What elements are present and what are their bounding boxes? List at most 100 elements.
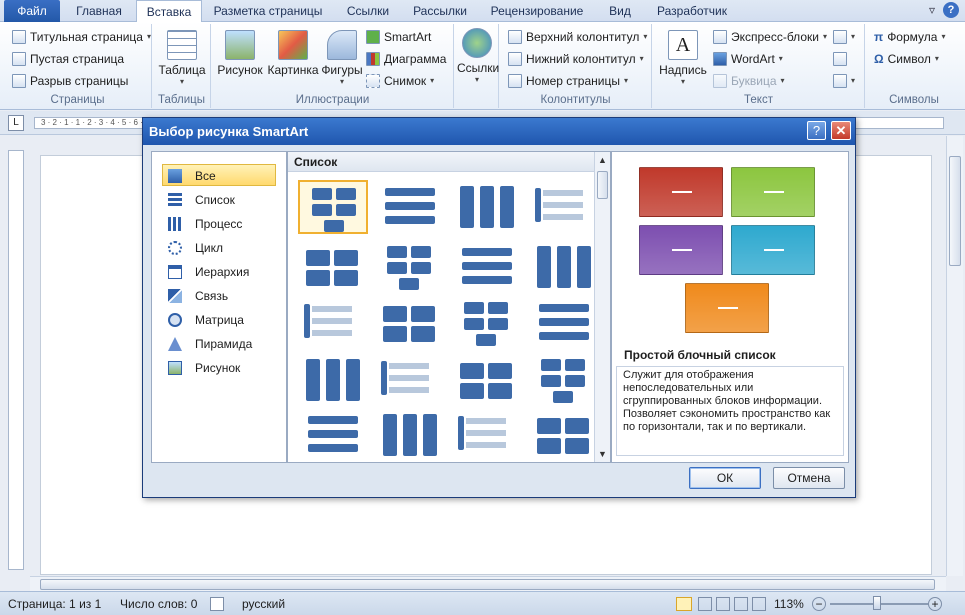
thumbnail-shape: [537, 418, 561, 434]
proofing-icon[interactable]: [210, 597, 224, 611]
print-layout-view-icon[interactable]: [676, 597, 692, 611]
footer-button[interactable]: Нижний колонтитул ▾: [508, 49, 644, 69]
web-layout-view-icon[interactable]: [716, 597, 730, 611]
thumbnail-shape: [460, 186, 474, 228]
category-cycle[interactable]: Цикл: [162, 236, 276, 258]
layout-thumbnail[interactable]: [529, 408, 599, 462]
tab-stop-selector[interactable]: L: [8, 115, 24, 131]
vertical-scrollbar[interactable]: [946, 136, 963, 576]
ok-button[interactable]: ОК: [689, 467, 761, 489]
draft-view-icon[interactable]: [752, 597, 766, 611]
category-pyramid[interactable]: Пирамида: [162, 332, 276, 354]
layout-thumbnail[interactable]: [452, 353, 522, 407]
zoom-out-icon[interactable]: −: [812, 597, 826, 611]
layout-thumbnail[interactable]: [298, 408, 368, 462]
signature-line-button[interactable]: ▾: [833, 27, 855, 47]
globe-link-icon: [462, 28, 492, 58]
object-button[interactable]: ▾: [833, 71, 855, 91]
category-list-type[interactable]: Список: [162, 188, 276, 210]
category-process[interactable]: Процесс: [162, 212, 276, 234]
layout-thumbnail[interactable]: [452, 408, 522, 462]
picture-button[interactable]: Рисунок: [216, 30, 264, 77]
cover-page-button[interactable]: Титульная страница ▾: [12, 27, 151, 47]
dialog-close-button[interactable]: ✕: [831, 121, 851, 140]
links-button[interactable]: Ссылки ▾: [457, 28, 500, 84]
layout-thumbnail[interactable]: [375, 240, 445, 294]
thumbnail-shape: [336, 188, 356, 200]
zoom-slider-thumb[interactable]: [873, 596, 881, 610]
layout-thumbnail[interactable]: [452, 240, 522, 294]
layout-thumbnail[interactable]: [375, 408, 445, 462]
word-count[interactable]: Число слов: 0: [120, 597, 197, 611]
clipart-button[interactable]: Картинка: [266, 30, 320, 77]
layout-thumbnail[interactable]: [529, 180, 599, 234]
page-break-button[interactable]: Разрыв страницы: [12, 71, 128, 91]
page-number-button[interactable]: Номер страницы ▾: [508, 71, 628, 91]
symbol-button[interactable]: Ω Символ ▾: [874, 49, 939, 69]
category-hierarchy[interactable]: Иерархия: [162, 260, 276, 282]
outline-view-icon[interactable]: [734, 597, 748, 611]
shapes-button[interactable]: Фигуры ▾: [320, 30, 364, 86]
layout-thumbnail[interactable]: [298, 180, 368, 234]
page-count[interactable]: Страница: 1 из 1: [8, 597, 101, 611]
tab-review[interactable]: Рецензирование: [480, 0, 594, 22]
layout-thumbnail[interactable]: [529, 353, 599, 407]
thumbnail-shape: [539, 304, 589, 312]
ribbon: Титульная страница ▾ Пустая страница Разр…: [0, 22, 965, 110]
textbox-button[interactable]: A Надпись ▾: [657, 30, 709, 86]
table-button[interactable]: Таблица ▾: [157, 30, 207, 86]
tab-home[interactable]: Главная: [62, 0, 136, 22]
layout-thumbnail[interactable]: [452, 180, 522, 234]
dialog-title[interactable]: Выбор рисунка SmartArt: [143, 118, 855, 145]
category-picture[interactable]: Рисунок: [162, 356, 276, 378]
help-icon[interactable]: ?: [943, 2, 959, 18]
layout-thumbnail[interactable]: [298, 240, 368, 294]
layout-thumbnail[interactable]: [298, 353, 368, 407]
zoom-in-icon[interactable]: +: [928, 597, 942, 611]
tab-insert[interactable]: Вставка: [136, 0, 202, 23]
wordart-button[interactable]: WordArt ▾: [713, 49, 783, 69]
zoom-level[interactable]: 113%: [774, 597, 804, 611]
thumbnail-shape: [462, 276, 512, 284]
dialog-help-button[interactable]: ?: [807, 121, 826, 140]
thumbnail-shape: [399, 278, 419, 290]
tab-page-layout[interactable]: Разметка страницы: [204, 0, 332, 22]
cover-page-icon: [12, 30, 26, 44]
layout-thumbnail[interactable]: [375, 353, 445, 407]
vertical-scroll-thumb[interactable]: [949, 156, 961, 266]
layout-thumbnail[interactable]: [529, 240, 599, 294]
full-screen-view-icon[interactable]: [698, 597, 712, 611]
screenshot-button[interactable]: Снимок ▾: [366, 71, 434, 91]
horizontal-scroll-thumb[interactable]: [40, 579, 935, 590]
layout-thumbnail[interactable]: [375, 296, 445, 350]
tab-file[interactable]: Файл: [4, 0, 60, 22]
tab-mailings[interactable]: Рассылки: [404, 0, 476, 22]
layout-thumbnail[interactable]: [375, 180, 445, 234]
minimize-ribbon-icon[interactable]: ▿: [929, 3, 935, 17]
layout-thumbnail[interactable]: [452, 296, 522, 350]
formula-button[interactable]: π Формула ▾: [874, 27, 945, 47]
gallery-scroll-up-icon[interactable]: ▲: [595, 152, 610, 168]
thumbnail-shape: [462, 262, 512, 270]
smartart-button[interactable]: SmartArt: [366, 27, 431, 47]
cancel-button[interactable]: Отмена: [773, 467, 845, 489]
header-button[interactable]: Верхний колонтитул ▾: [508, 27, 647, 47]
chart-button[interactable]: Диаграмма: [366, 49, 446, 69]
thumbnail-shape: [403, 414, 417, 456]
horizontal-scrollbar[interactable]: [30, 576, 946, 591]
category-relationship[interactable]: Связь: [162, 284, 276, 306]
links-label: Ссылки: [457, 61, 500, 75]
layout-thumbnail[interactable]: [529, 296, 599, 350]
tab-references[interactable]: Ссылки: [336, 0, 400, 22]
language[interactable]: русский: [242, 597, 285, 611]
relationship-icon: [168, 289, 182, 303]
layout-thumbnail[interactable]: [298, 296, 368, 350]
date-time-button[interactable]: [833, 49, 847, 69]
dropcap-button[interactable]: Буквица ▾: [713, 71, 785, 91]
tab-view[interactable]: Вид: [598, 0, 642, 22]
category-all[interactable]: Все: [162, 164, 276, 186]
quickparts-button[interactable]: Экспресс-блоки ▾: [713, 27, 827, 47]
tab-developer[interactable]: Разработчик: [646, 0, 738, 22]
category-matrix[interactable]: Матрица: [162, 308, 276, 330]
blank-page-button[interactable]: Пустая страница: [12, 49, 124, 69]
